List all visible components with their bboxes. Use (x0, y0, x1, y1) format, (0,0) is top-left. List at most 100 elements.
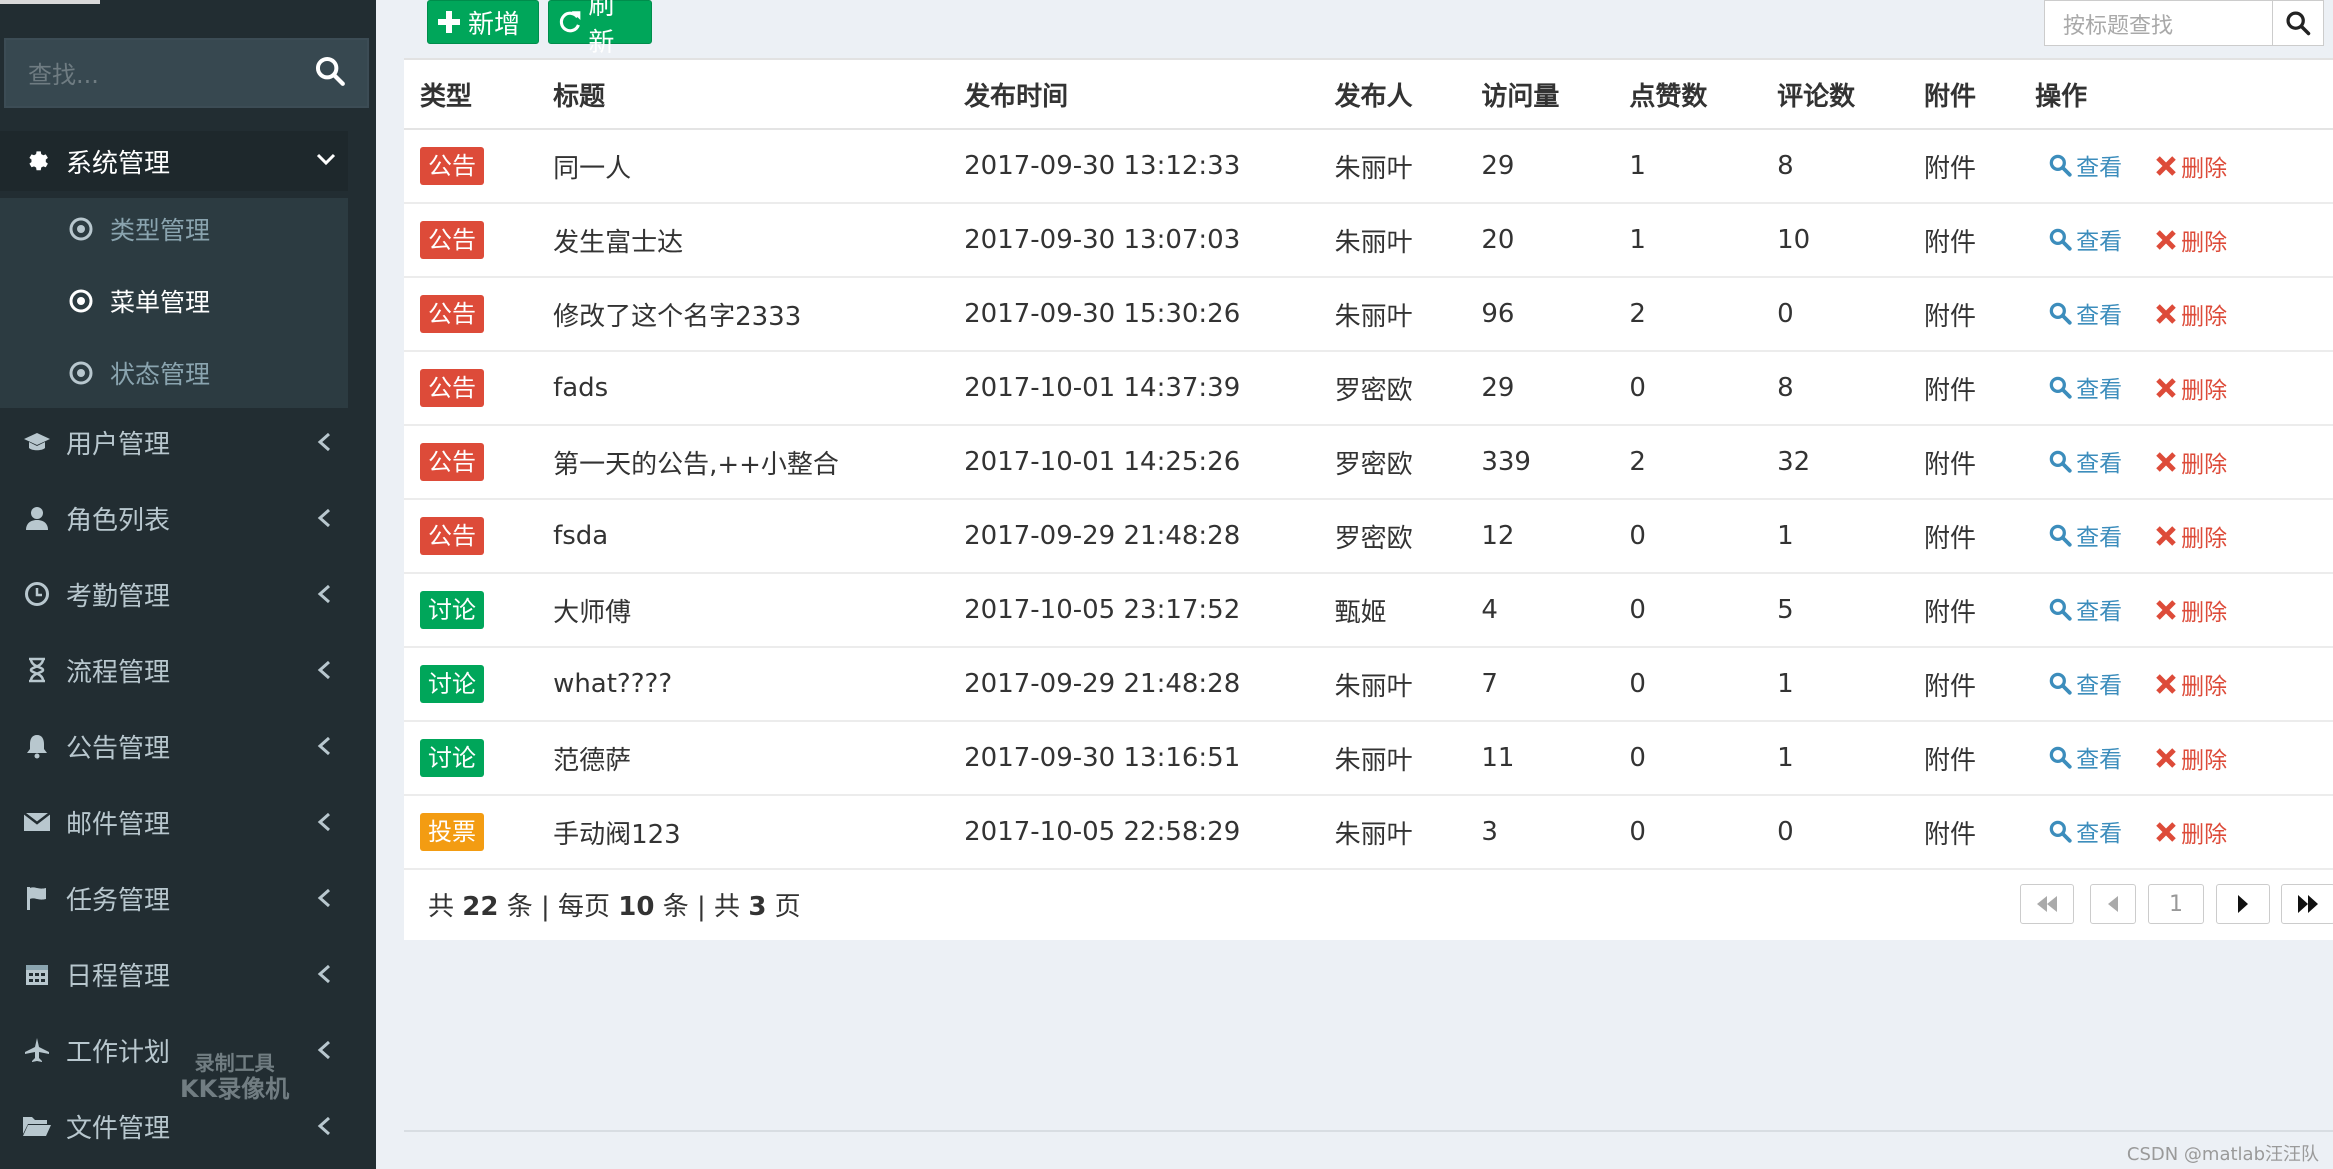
view-button[interactable]: 查看 (2047, 296, 2122, 330)
close-icon (2156, 155, 2176, 176)
author-cell: 朱丽叶 (1334, 203, 1482, 278)
author-cell: 罗密欧 (1334, 351, 1482, 426)
author-cell: 朱丽叶 (1334, 721, 1482, 796)
title-search-button[interactable] (2272, 0, 2324, 46)
table-row: 公告 fsda 2017-09-29 21:48:28 罗密欧 12 0 1 附件 查看 删除 (404, 499, 2333, 574)
likes-cell: 0 (1629, 795, 1778, 870)
view-button[interactable]: 查看 (2047, 666, 2122, 700)
visits-cell: 12 (1481, 499, 1630, 574)
likes-cell: 1 (1629, 203, 1778, 278)
table-row: 讨论 范德萨 2017-09-30 13:16:51 朱丽叶 11 0 1 附件 查看 删除 (404, 721, 2333, 796)
view-button[interactable]: 查看 (2047, 222, 2122, 256)
sidebar-search-input[interactable] (26, 54, 300, 96)
delete-button[interactable]: 删除 (2154, 223, 2227, 257)
title-cell: 范德萨 (553, 721, 965, 796)
chevron-left-icon (314, 1038, 336, 1060)
last-page-button[interactable] (2281, 884, 2333, 924)
delete-button[interactable]: 删除 (2154, 445, 2227, 479)
view-button[interactable]: 查看 (2047, 148, 2122, 182)
type-cell: 公告 (404, 277, 554, 352)
author-cell: 朱丽叶 (1334, 647, 1482, 722)
current-page: 1 (2169, 891, 2183, 917)
attachment-link[interactable]: 附件 (1923, 647, 2036, 722)
view-label: 查看 (2076, 154, 2123, 181)
attachment-link[interactable]: 附件 (1923, 277, 2036, 352)
recorder-watermark: 录制工具 KK录像机 (180, 1050, 289, 1102)
sidebar-item-mail[interactable]: 邮件管理 (0, 792, 348, 852)
attachment-link[interactable]: 附件 (1923, 203, 2036, 278)
sidebar-item-system[interactable]: 系统管理 (0, 131, 348, 191)
submenu-item-status[interactable]: 状态管理 (0, 344, 348, 402)
attachment-link[interactable]: 附件 (1923, 499, 2036, 574)
delete-button[interactable]: 删除 (2154, 815, 2227, 849)
type-badge: 公告 (420, 369, 484, 407)
search-icon (2049, 450, 2072, 473)
attachment-link[interactable]: 附件 (1923, 795, 2036, 870)
time-cell: 2017-09-30 13:07:03 (964, 203, 1335, 278)
sidebar-item-users[interactable]: 用户管理 (0, 412, 348, 472)
view-button[interactable]: 查看 (2047, 740, 2122, 774)
view-button[interactable]: 查看 (2047, 444, 2122, 478)
sidebar-item-roles[interactable]: 角色列表 (0, 488, 348, 548)
delete-label: 删除 (2181, 303, 2228, 330)
table-row: 投票 手动阀123 2017-10-05 22:58:29 朱丽叶 3 0 0 附件 查看 删除 (404, 795, 2333, 870)
view-button[interactable]: 查看 (2047, 370, 2122, 404)
type-cell: 讨论 (404, 647, 554, 722)
visits-cell: 339 (1481, 425, 1630, 500)
attachment-link[interactable]: 附件 (1923, 129, 2036, 204)
sidebar-item-schedule[interactable]: 日程管理 (0, 944, 348, 1004)
search-icon (2049, 672, 2072, 695)
delete-button[interactable]: 删除 (2154, 371, 2227, 405)
title-cell: 修改了这个名字2333 (553, 277, 965, 352)
sidebar-item-tasks[interactable]: 任务管理 (0, 868, 348, 928)
delete-button[interactable]: 删除 (2154, 741, 2227, 775)
first-page-button[interactable] (2020, 884, 2074, 924)
graduation-cap-icon (22, 427, 52, 457)
close-icon (2156, 747, 2176, 768)
delete-label: 删除 (2181, 451, 2228, 478)
hourglass-icon (22, 655, 52, 685)
visits-cell: 96 (1481, 277, 1630, 352)
view-label: 查看 (2076, 302, 2123, 329)
view-button[interactable]: 查看 (2047, 518, 2122, 552)
delete-button[interactable]: 删除 (2154, 593, 2227, 627)
page-number-input[interactable]: 1 (2148, 884, 2204, 924)
sidebar-item-notice[interactable]: 公告管理 (0, 716, 348, 776)
search-icon (2049, 598, 2072, 621)
attachment-link[interactable]: 附件 (1923, 425, 2036, 500)
add-button[interactable]: 新增 (427, 0, 539, 44)
pager-pages: 3 (748, 892, 767, 922)
type-cell: 讨论 (404, 721, 554, 796)
prev-page-button[interactable] (2090, 884, 2136, 924)
attachment-link[interactable]: 附件 (1923, 351, 2036, 426)
author-cell: 朱丽叶 (1334, 129, 1482, 204)
refresh-button[interactable]: 刷新 (548, 0, 652, 58)
title-search-input[interactable] (2044, 0, 2274, 46)
next-page-button[interactable] (2216, 884, 2270, 924)
comments-cell: 1 (1777, 647, 1924, 722)
sidebar-search (4, 38, 369, 108)
caret-left-icon (2108, 896, 2118, 912)
sidebar-item-attendance[interactable]: 考勤管理 (0, 564, 348, 624)
visits-cell: 20 (1481, 203, 1630, 278)
calendar-icon (22, 959, 52, 989)
attachment-link[interactable]: 附件 (1923, 721, 2036, 796)
pager-total: 22 (462, 892, 499, 922)
sidebar-item-process[interactable]: 流程管理 (0, 640, 348, 700)
view-button[interactable]: 查看 (2047, 814, 2122, 848)
sidebar-item-workplan[interactable]: 工作计划 (0, 1020, 348, 1080)
search-icon[interactable] (313, 54, 353, 94)
delete-button[interactable]: 删除 (2154, 667, 2227, 701)
sidebar-item-files[interactable]: 文件管理 (0, 1096, 348, 1156)
delete-button[interactable]: 删除 (2154, 297, 2227, 331)
view-button[interactable]: 查看 (2047, 592, 2122, 626)
column-header: 类型 (404, 60, 554, 130)
attachment-link[interactable]: 附件 (1923, 573, 2036, 648)
sidebar-item-label: 日程管理 (66, 961, 171, 992)
watermark-line: KK录像机 (180, 1075, 290, 1103)
submenu-item-type[interactable]: 类型管理 (0, 200, 348, 258)
delete-button[interactable]: 删除 (2154, 149, 2227, 183)
pager-text: 条 | 每页 (506, 892, 611, 922)
submenu-item-menu[interactable]: 菜单管理 (0, 272, 348, 330)
delete-button[interactable]: 删除 (2154, 519, 2227, 553)
